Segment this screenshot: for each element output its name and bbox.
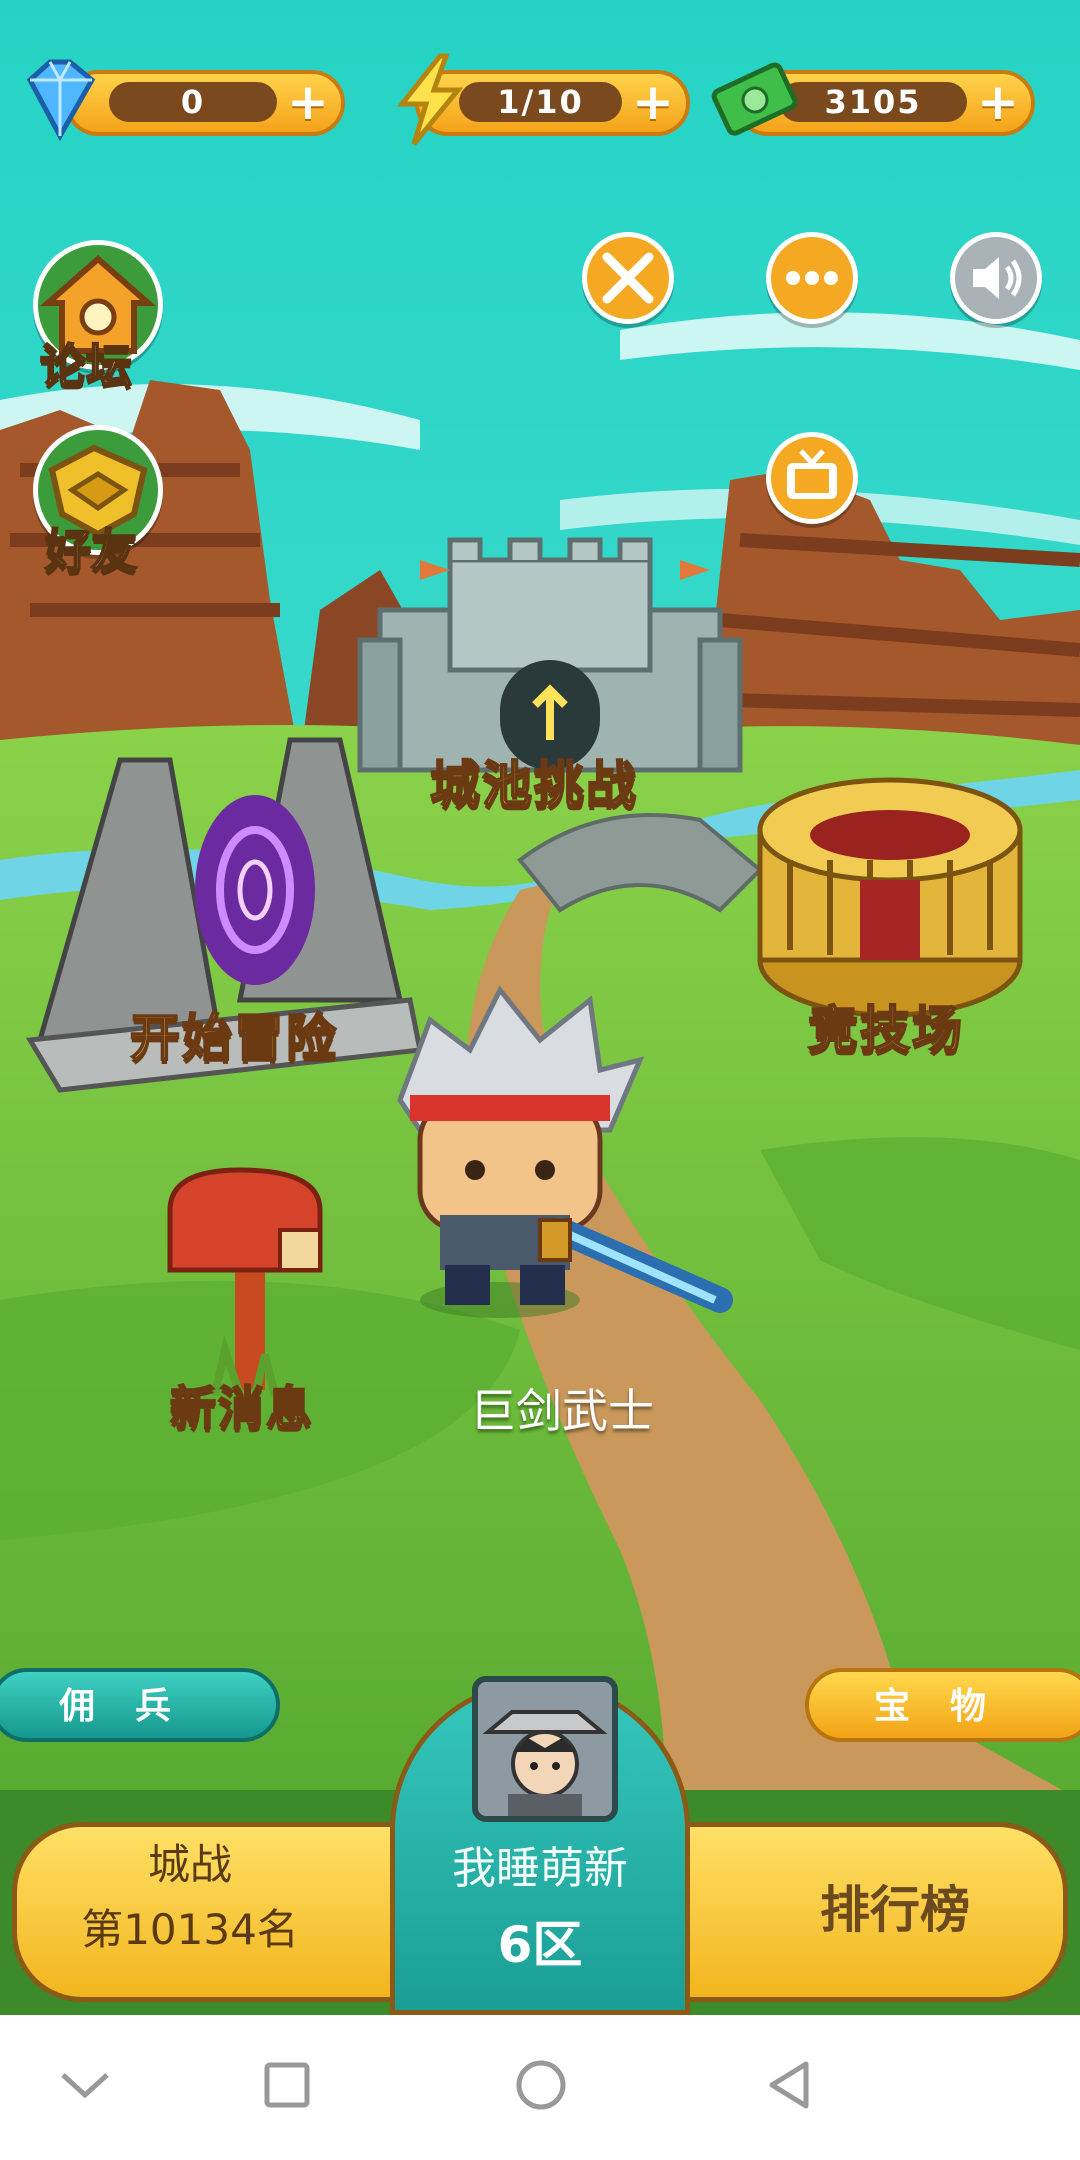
battle-button[interactable] bbox=[582, 232, 674, 324]
friends-label: 好友 bbox=[44, 523, 138, 579]
add-gems-button[interactable]: + bbox=[285, 77, 331, 127]
tv-button[interactable] bbox=[766, 432, 858, 524]
city-battle-title: 城战 bbox=[147, 1840, 232, 1889]
more-icon bbox=[786, 271, 838, 285]
more-button[interactable] bbox=[766, 232, 858, 324]
sound-button[interactable] bbox=[950, 232, 1042, 324]
arena-building[interactable] bbox=[757, 777, 1023, 1018]
cash-stack-icon bbox=[711, 62, 798, 136]
lightning-icon bbox=[396, 53, 464, 146]
city-battle-rank: 第10134名 bbox=[81, 1905, 299, 1954]
avatar-portrait-icon bbox=[478, 1682, 612, 1816]
system-nav-bar bbox=[0, 2015, 1080, 2160]
gems-value: 0 bbox=[109, 82, 277, 122]
castle-challenge-label[interactable]: 城池挑战 bbox=[429, 745, 638, 817]
recent-apps-icon[interactable] bbox=[262, 2060, 312, 2110]
player-name: 我睡萌新 bbox=[452, 1843, 628, 1894]
speaker-icon bbox=[973, 257, 1022, 299]
energy-value: 1/10 bbox=[459, 82, 622, 122]
forum-label: 论坛 bbox=[39, 338, 133, 394]
city-battle-panel[interactable]: 城战 第10134名 bbox=[60, 1835, 320, 1965]
add-energy-button[interactable]: + bbox=[630, 77, 676, 127]
start-adventure-label[interactable]: 开始冒险 bbox=[129, 998, 338, 1070]
hero-name: 巨剑武士 bbox=[470, 1384, 654, 1438]
add-cash-button[interactable]: + bbox=[975, 77, 1021, 127]
back-icon[interactable] bbox=[762, 2058, 816, 2112]
mercenary-button[interactable]: 佣兵 bbox=[0, 1668, 280, 1742]
leaderboard-button[interactable]: 排行榜 bbox=[785, 1870, 1005, 1942]
server-label: 6区 bbox=[497, 1916, 583, 1974]
home-icon[interactable] bbox=[513, 2057, 569, 2113]
tv-icon bbox=[787, 449, 837, 499]
cash-value: 3105 bbox=[779, 82, 967, 122]
crossed-swords-icon bbox=[602, 252, 654, 304]
game-scene: 0 + 1/10 + 3105 + 论坛 好友 城池挑战 开始冒险 竞技场 新消… bbox=[0, 0, 1080, 2015]
new-messages-label[interactable]: 新消息 bbox=[169, 1372, 314, 1438]
avatar[interactable] bbox=[472, 1676, 618, 1822]
treasure-button[interactable]: 宝物 bbox=[805, 1668, 1080, 1742]
arena-label[interactable]: 竞技场 bbox=[807, 990, 964, 1062]
chevron-down-icon[interactable] bbox=[55, 2065, 115, 2105]
diamond-icon bbox=[26, 59, 96, 142]
